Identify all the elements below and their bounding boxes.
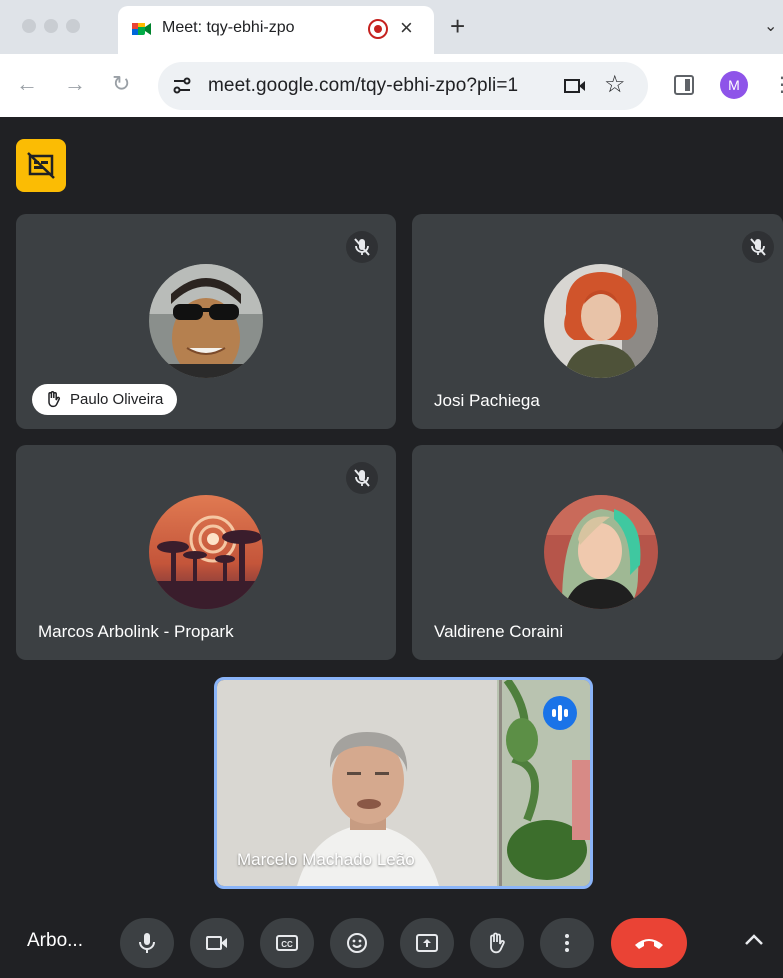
mic-off-icon	[346, 462, 378, 494]
emoji-icon	[347, 933, 367, 953]
more-options-icon	[565, 934, 569, 952]
svg-text:CC: CC	[281, 940, 293, 949]
url-text: meet.google.com/tqy-ebhi-zpo?pli=1	[208, 75, 519, 96]
site-info-icon[interactable]	[172, 77, 192, 95]
meeting-info-badge[interactable]	[16, 139, 66, 192]
chevron-up-icon[interactable]	[740, 926, 768, 954]
participant-name: Paulo Oliveira	[70, 391, 164, 408]
meeting-details-label[interactable]: Arbo...	[27, 930, 83, 952]
browser-tab-meet[interactable]: Meet: tqy-ebhi-zpo ×	[118, 6, 434, 54]
participant-name: Marcos Arbolink - Propark	[38, 622, 234, 641]
reactions-button[interactable]	[330, 918, 384, 968]
captions-icon: CC	[276, 935, 298, 951]
profile-avatar[interactable]: M	[720, 71, 748, 99]
participant-tile[interactable]: Josi Pachiega	[412, 214, 783, 429]
captions-off-icon	[27, 152, 55, 179]
forward-icon[interactable]: →	[64, 72, 86, 96]
camera-icon	[206, 936, 227, 950]
self-view-tile[interactable]: Marcelo Machado Leão	[214, 677, 593, 889]
mic-off-icon	[346, 231, 378, 263]
address-bar[interactable]: meet.google.com/tqy-ebhi-zpo?pli=1 ☆	[158, 62, 648, 110]
participant-name: Valdirene Coraini	[434, 622, 564, 641]
back-icon[interactable]: ←	[16, 72, 38, 96]
mic-icon	[139, 933, 155, 953]
participant-tile[interactable]: Paulo Oliveira	[16, 214, 396, 429]
raised-hand-chip: Paulo Oliveira	[32, 384, 178, 415]
raise-hand-button[interactable]	[470, 918, 524, 968]
browser-toolbar: ← → ↻ meet.google.com/tqy-ebhi-zpo?pli=1…	[0, 54, 783, 117]
mic-off-icon	[742, 231, 774, 263]
present-button[interactable]	[400, 918, 454, 968]
window-zoom-button[interactable]	[66, 19, 80, 33]
tab-title: Meet: tqy-ebhi-zpo	[162, 19, 295, 36]
present-icon	[416, 934, 438, 952]
leave-call-button[interactable]	[611, 918, 687, 968]
avatar	[149, 264, 263, 378]
browser-tabstrip: Meet: tqy-ebhi-zpo × + ⌄	[0, 0, 783, 54]
avatar	[544, 495, 658, 609]
participant-name: Josi Pachiega	[434, 391, 540, 410]
more-options-button[interactable]	[540, 918, 594, 968]
speaking-indicator-icon	[543, 696, 577, 730]
raise-hand-icon	[490, 932, 505, 954]
bookmark-star-icon[interactable]: ☆	[604, 72, 626, 98]
raise-hand-icon	[48, 391, 61, 408]
tab-close-icon[interactable]: ×	[400, 16, 413, 40]
window-minimize-button[interactable]	[44, 19, 58, 33]
new-tab-icon[interactable]: +	[450, 12, 465, 40]
reload-icon[interactable]: ↻	[112, 72, 130, 96]
tab-search-chevron-icon[interactable]: ⌄	[764, 16, 777, 36]
google-meet-icon	[132, 23, 151, 35]
self-view-name: Marcelo Machado Leão	[237, 850, 415, 869]
recording-icon	[368, 19, 388, 39]
camera-button[interactable]	[190, 918, 244, 968]
captions-button[interactable]: CC	[260, 918, 314, 968]
window-close-button[interactable]	[22, 19, 36, 33]
participant-tile[interactable]: Valdirene Coraini	[412, 445, 783, 660]
side-panel-icon[interactable]	[674, 75, 694, 95]
avatar	[544, 264, 658, 378]
chrome-menu-icon[interactable]: ⋮	[772, 72, 783, 97]
camera-in-use-icon[interactable]	[564, 77, 586, 95]
mic-button[interactable]	[120, 918, 174, 968]
leave-call-icon	[635, 939, 663, 949]
avatar	[149, 495, 263, 609]
participant-tile[interactable]: Marcos Arbolink - Propark	[16, 445, 396, 660]
